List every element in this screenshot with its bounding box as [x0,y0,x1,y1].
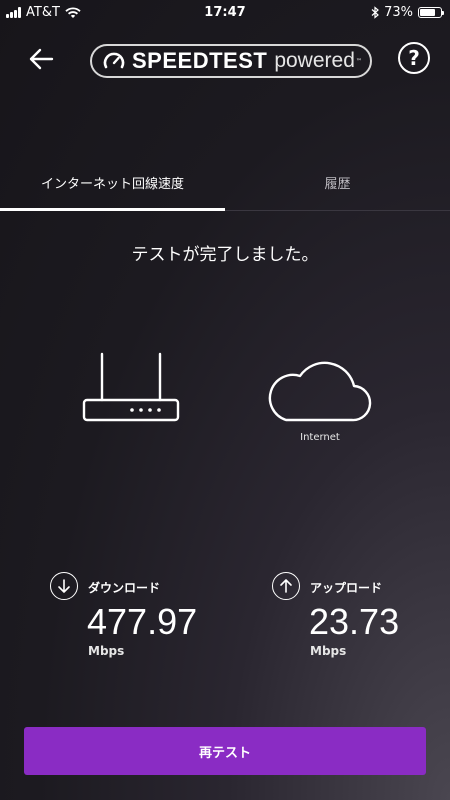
active-tab-indicator [0,208,225,211]
router-icon [82,352,180,422]
status-right: 73% [371,5,444,20]
tab-history[interactable]: 履歴 [225,170,450,212]
tab-bar: インターネット回線速度 履歴 [0,170,450,212]
download-value: 477.97 [87,601,198,642]
speedtest-logo: SPEEDTEST powered ™ [90,44,372,78]
speedtest-gauge-icon [103,52,125,69]
brand-powered: powered [274,49,355,72]
internet-label: Internet [300,432,340,443]
help-button[interactable]: ? [398,42,430,74]
back-arrow-icon [29,48,54,70]
download-unit: Mbps [88,644,125,658]
download-arrow-icon [50,572,78,600]
upload-label: アップロード [310,581,383,595]
tab-internet-speed[interactable]: インターネット回線速度 [0,170,225,212]
upload-unit: Mbps [310,644,347,658]
download-label: ダウンロード [88,581,161,595]
cloud-icon [268,361,372,422]
battery-fill [420,9,435,16]
test-complete-message: テストが完了しました。 [131,245,319,265]
download-result: ダウンロード 477.97 Mbps [50,572,230,662]
upload-arrow-icon [272,572,300,600]
header: SPEEDTEST powered ™ ? [0,36,450,84]
battery-icon [418,7,444,18]
back-button[interactable] [26,44,62,76]
help-icon: ? [408,46,420,70]
brand-trademark: ™ [355,57,362,65]
upload-value: 23.73 [309,601,400,642]
upload-result: アップロード 23.73 Mbps [272,572,450,662]
bluetooth-icon [371,6,380,19]
battery-percent: 73% [384,5,413,20]
retest-button[interactable]: 再テスト [24,727,426,775]
brand-name: SPEEDTEST [132,48,268,73]
status-bar: AT&T 17:47 73% [0,0,450,26]
